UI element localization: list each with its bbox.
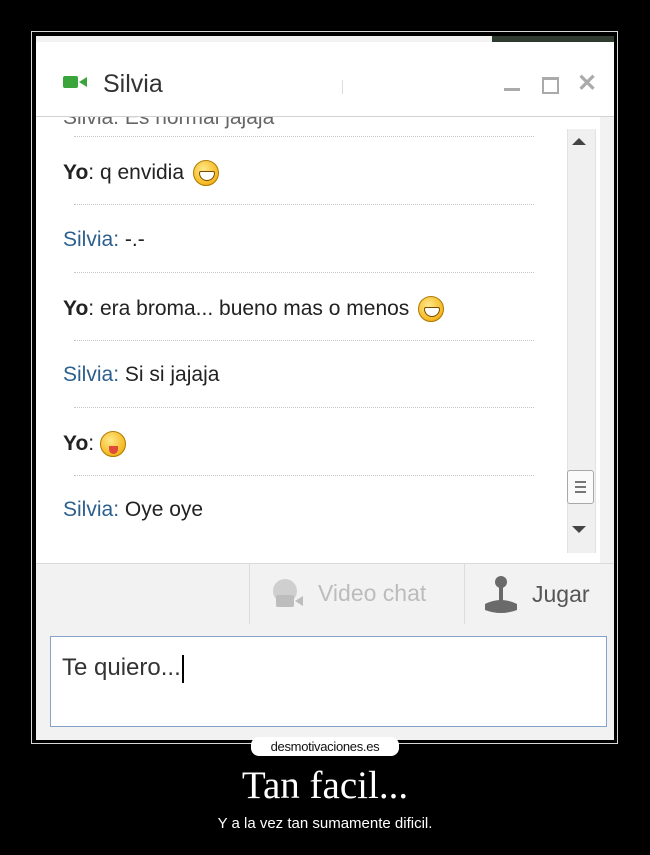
message-sender: Yo — [63, 432, 89, 455]
message-sender: Silvia — [63, 363, 114, 386]
scroll-up-arrow-icon[interactable] — [572, 138, 586, 145]
sender-colon: : — [88, 297, 95, 320]
message-row: Silvia: Si si jajaja — [63, 363, 219, 387]
message-list: Silvia: Es normal jajaja Yo: q envidia S… — [36, 117, 561, 563]
play-game-button[interactable]: Jugar — [465, 564, 614, 624]
text-caret — [181, 654, 184, 683]
message-input[interactable]: Te quiero... — [50, 636, 607, 727]
message-text: era broma... bueno mas o menos — [99, 297, 410, 320]
video-chat-label: Video chat — [318, 580, 427, 606]
message-row: Yo: — [63, 431, 126, 457]
message-text: Oye oye — [124, 498, 204, 521]
cut-off-text: Silvia: Es normal jajaja — [63, 117, 275, 129]
message-text: q envidia — [99, 161, 185, 184]
thumb-grip — [575, 491, 586, 493]
message-sender: Silvia — [63, 498, 114, 521]
message-row: Silvia: -.- — [63, 228, 145, 252]
play-game-label: Jugar — [532, 581, 590, 607]
titlebar-divider — [342, 80, 343, 94]
thumb-grip — [575, 486, 586, 488]
message-sender: Yo — [63, 161, 89, 184]
video-chat-icon — [273, 579, 303, 607]
sender-colon: : — [113, 498, 120, 521]
scrollbar-thumb[interactable] — [567, 470, 594, 504]
close-icon: ✕ — [577, 70, 598, 97]
video-camera-icon — [63, 76, 87, 88]
video-chat-button[interactable]: Video chat — [250, 564, 464, 624]
sender-colon: : — [113, 228, 120, 251]
message-separator — [74, 340, 534, 341]
message-separator — [74, 136, 534, 137]
message-row: Yo: q envidia — [63, 160, 220, 186]
message-separator — [74, 407, 534, 408]
compose-area: Te quiero... — [36, 624, 614, 740]
scroll-down-arrow-icon[interactable] — [572, 526, 586, 533]
message-sender: Silvia — [63, 228, 114, 251]
tongue-emoji-icon — [99, 431, 126, 457]
cut-off-message: Silvia: Es normal jajaja — [63, 117, 274, 130]
close-button[interactable]: ✕ — [577, 72, 597, 96]
laughing-emoji-icon — [418, 296, 445, 322]
message-separator — [74, 475, 534, 476]
poster-title: Tan facil... — [241, 764, 409, 807]
poster-subtitle: Y a la vez tan sumamente dificil. — [217, 815, 433, 832]
chat-title: Silvia — [103, 70, 163, 98]
sender-colon: : — [88, 432, 95, 455]
thumb-grip — [575, 481, 586, 483]
message-input-text: Te quiero... — [62, 654, 184, 683]
chat-titlebar: Silvia ✕ — [36, 42, 614, 117]
joystick-icon — [485, 576, 517, 613]
message-row: Silvia: Oye oye — [63, 498, 203, 522]
chat-action-bar: Video chat Jugar — [36, 563, 614, 625]
message-input-value: Te quiero... — [62, 654, 181, 681]
message-separator — [74, 272, 534, 273]
message-text: -.- — [124, 228, 145, 251]
sender-colon: : — [88, 161, 95, 184]
message-separator — [74, 204, 534, 205]
sender-colon: : — [113, 363, 120, 386]
message-scrollbar[interactable] — [561, 117, 600, 563]
laughing-emoji-icon — [193, 160, 220, 186]
message-row: Yo: era broma... bueno mas o menos — [63, 296, 445, 322]
chat-window: Silvia ✕ Silvia: Es normal jajaja Yo: q … — [36, 36, 614, 740]
message-sender: Yo — [63, 297, 89, 320]
maximize-button[interactable] — [540, 74, 560, 94]
message-text: Si si jajaja — [124, 363, 220, 386]
site-watermark: desmotivaciones.es — [251, 737, 399, 756]
minimize-button[interactable] — [502, 74, 522, 94]
